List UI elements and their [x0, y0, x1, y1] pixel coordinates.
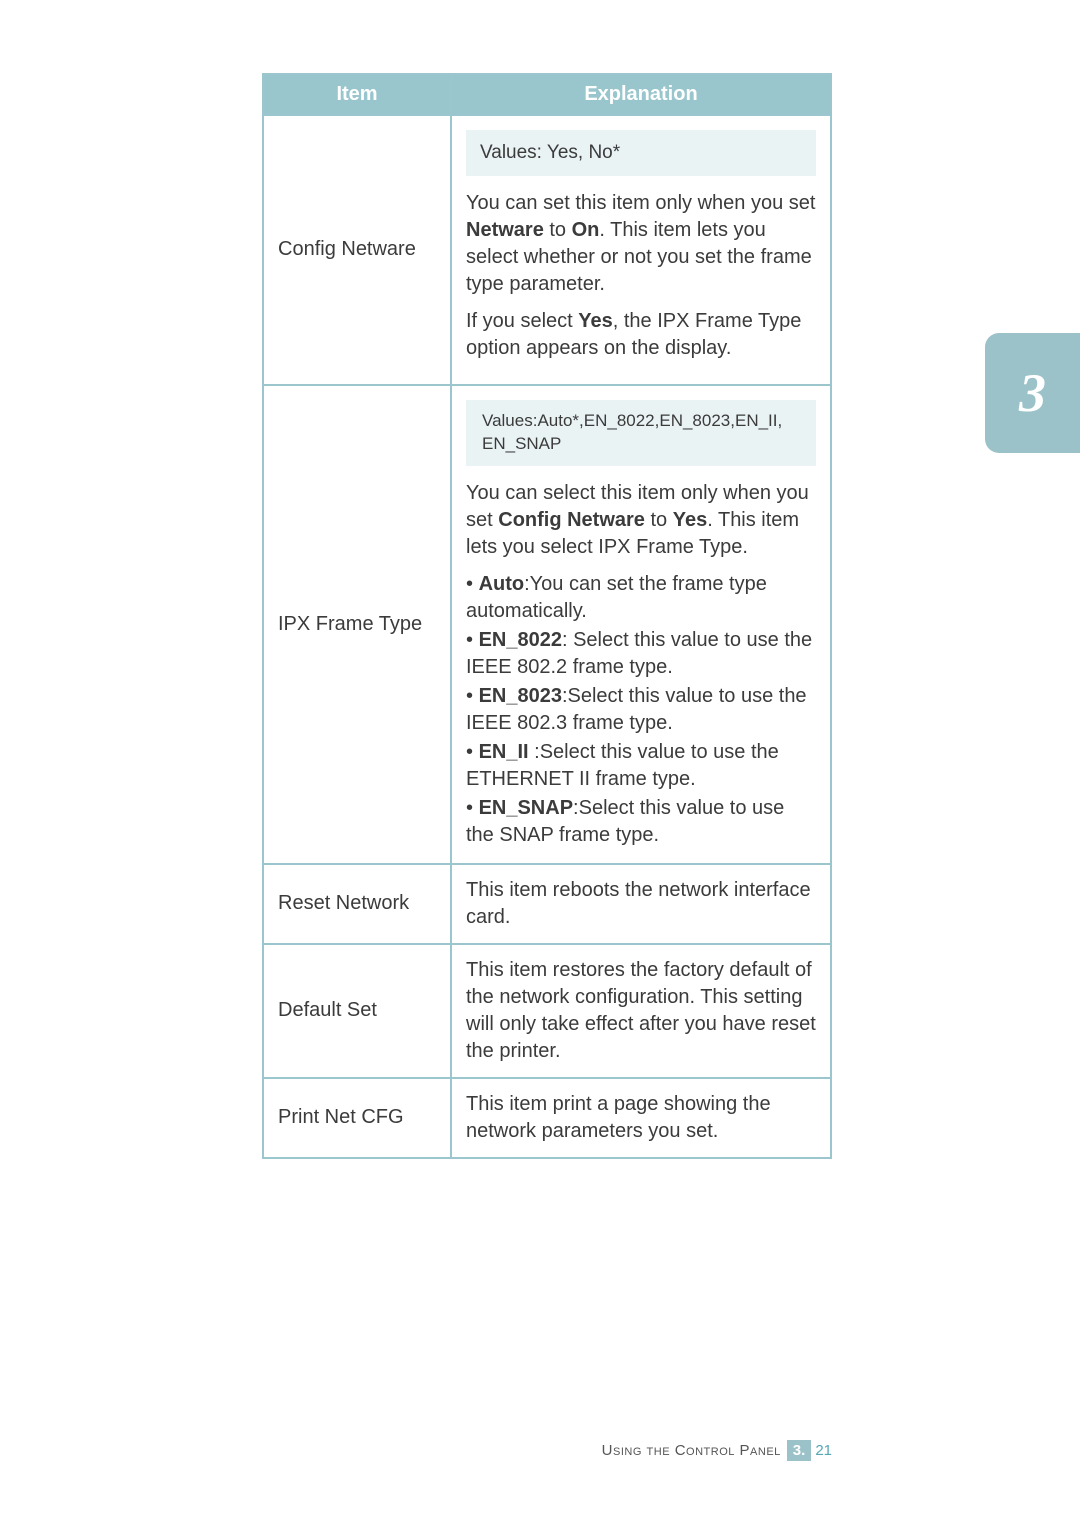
text-bold: Yes	[673, 509, 707, 531]
bullet-list: • Auto:You can set the frame type automa…	[466, 571, 816, 849]
text-bold: Yes	[578, 310, 612, 332]
item-reset-network: Reset Network	[263, 864, 451, 944]
table-row-default-set: Default Set This item restores the facto…	[263, 944, 831, 1078]
bullet: •	[466, 629, 479, 651]
footer-section-title: Using the Control Panel	[602, 1442, 781, 1459]
item-ipx-frame-type: IPX Frame Type	[263, 385, 451, 864]
chapter-number: 3	[1019, 362, 1046, 424]
values-box: Values: Yes, No*	[466, 130, 816, 176]
list-item: • EN_II :Select this value to use the ET…	[466, 739, 816, 793]
bullet: •	[466, 741, 479, 763]
text: to	[645, 509, 673, 531]
list-item: • EN_8023:Select this value to use the I…	[466, 683, 816, 737]
bullet: •	[466, 797, 479, 819]
text-bold: Netware	[466, 219, 544, 241]
table-row-print-net-cfg: Print Net CFG This item print a page sho…	[263, 1078, 831, 1158]
table-row-reset-network: Reset Network This item reboots the netw…	[263, 864, 831, 944]
text-bold: On	[572, 219, 600, 241]
explanation-config-netware: Values: Yes, No* You can set this item o…	[451, 115, 831, 385]
bullet: •	[466, 573, 479, 595]
text-bold: EN_SNAP	[479, 797, 573, 819]
explanation-reset-network: This item reboots the network interface …	[451, 864, 831, 944]
list-item: • EN_SNAP:Select this value to use the S…	[466, 795, 816, 849]
text-bold: EN_8023	[479, 685, 562, 707]
list-item: • Auto:You can set the frame type automa…	[466, 571, 816, 625]
chapter-tab: 3	[985, 333, 1080, 453]
explanation-default-set: This item restores the factory default o…	[451, 944, 831, 1078]
header-item: Item	[263, 74, 451, 115]
text-bold: EN_II	[479, 741, 529, 763]
paragraph: You can set this item only when you set …	[466, 190, 816, 298]
explanation-print-net-cfg: This item print a page showing the netwo…	[451, 1078, 831, 1158]
table-row-config-netware: Config Netware Values: Yes, No* You can …	[263, 115, 831, 385]
item-print-net-cfg: Print Net CFG	[263, 1078, 451, 1158]
list-item: • EN_8022: Select this value to use the …	[466, 627, 816, 681]
paragraph: If you select Yes, the IPX Frame Type op…	[466, 308, 816, 362]
paragraph: You can select this item only when you s…	[466, 480, 816, 561]
footer-page-number: 21	[815, 1442, 832, 1459]
page-footer: Using the Control Panel 3.21	[0, 1440, 1080, 1461]
text: to	[544, 219, 572, 241]
explanation-ipx-frame-type: Values:Auto*,EN_8022,EN_8023,EN_II, EN_S…	[451, 385, 831, 864]
footer-chapter-badge: 3.	[787, 1440, 812, 1461]
text-bold: EN_8022	[479, 629, 562, 651]
text-bold: Config Netware	[498, 509, 645, 531]
table-row-ipx-frame-type: IPX Frame Type Values:Auto*,EN_8022,EN_8…	[263, 385, 831, 864]
item-config-netware: Config Netware	[263, 115, 451, 385]
header-explanation: Explanation	[451, 74, 831, 115]
item-default-set: Default Set	[263, 944, 451, 1078]
text: If you select	[466, 310, 578, 332]
settings-table: Item Explanation Config Netware Values: …	[262, 73, 832, 1159]
text: You can set this item only when you set	[466, 192, 815, 214]
bullet: •	[466, 685, 479, 707]
text-bold: Auto	[479, 573, 525, 595]
values-box: Values:Auto*,EN_8022,EN_8023,EN_II, EN_S…	[466, 400, 816, 466]
